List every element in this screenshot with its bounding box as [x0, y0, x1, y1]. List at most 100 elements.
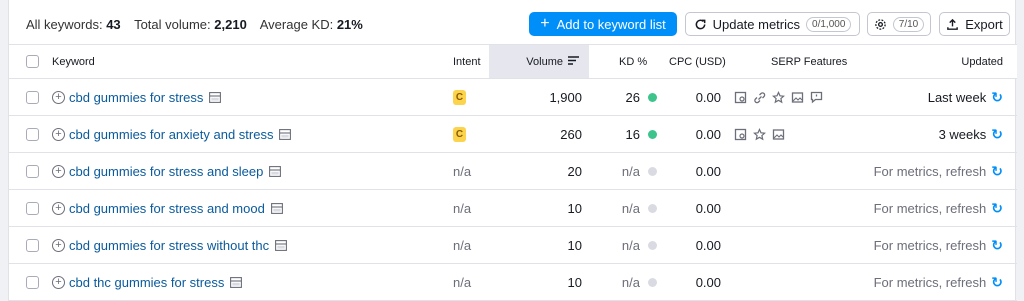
add-plus-circle-icon[interactable]: +	[52, 238, 65, 252]
cpc-value: 0.00	[695, 237, 721, 253]
select-all-checkbox[interactable]	[26, 55, 39, 68]
column-header-updated[interactable]: Updated	[959, 45, 1003, 78]
update-metrics-button[interactable]: Update metrics 0/1,000	[685, 12, 860, 36]
serp-preview-icon[interactable]	[279, 128, 292, 140]
column-header-serp-features[interactable]: SERP Features	[771, 45, 847, 78]
cpc-value: 0.00	[695, 89, 721, 105]
row-checkbox-cell	[26, 190, 39, 226]
updated-cell: For metrics, refresh ↻	[809, 227, 1003, 263]
refresh-icon[interactable]: ↻	[991, 200, 1003, 217]
updated-cell: 3 weeks ↻	[809, 116, 1003, 152]
refresh-icon	[694, 18, 707, 31]
total-volume-label: Total volume:	[134, 17, 211, 32]
column-header-cpc[interactable]: CPC (USD)	[669, 45, 726, 78]
refresh-icon[interactable]: ↻	[991, 163, 1003, 180]
row-checkbox-cell	[26, 79, 39, 115]
column-header-volume-label: Volume	[526, 55, 563, 68]
keyword-link[interactable]: cbd gummies for stress and sleep	[69, 164, 263, 179]
add-plus-circle-icon[interactable]: +	[52, 164, 65, 178]
serp-preview-icon[interactable]	[230, 276, 243, 288]
table-row: + cbd thc gummies for stress n/a 10 n/a …	[9, 264, 1017, 301]
updated-value: 3 weeks	[938, 126, 987, 142]
row-checkbox[interactable]	[26, 164, 39, 178]
table-row: + cbd gummies for anxiety and stress C 2…	[9, 116, 1017, 153]
kd-indicator-dot	[648, 203, 657, 213]
updated-value: For metrics, refresh	[873, 274, 987, 290]
intent-cell: n/a	[453, 153, 471, 189]
all-keywords-label: All keywords:	[26, 17, 103, 32]
select-all-checkbox-cell	[26, 45, 39, 78]
serp-preview-icon[interactable]	[209, 91, 222, 103]
add-plus-circle-icon[interactable]: +	[52, 90, 65, 104]
row-checkbox[interactable]	[26, 275, 39, 289]
kd-indicator-dot	[648, 166, 657, 176]
updated-cell: Last week ↻	[809, 79, 1003, 115]
total-volume-value: 2,210	[214, 17, 247, 32]
volume-value: 10	[567, 237, 582, 253]
settings-counter: 7/10	[892, 16, 925, 32]
kd-indicator-dot	[648, 129, 657, 139]
volume-value: 260	[560, 126, 582, 142]
table-row: + cbd gummies for stress and sleep n/a 2…	[9, 153, 1017, 190]
serp-preview-icon[interactable]	[270, 202, 283, 214]
keyword-table-panel: All keywords: 43 Total volume: 2,210 Ave…	[8, 0, 1017, 301]
kd-indicator-dot	[648, 277, 657, 287]
kd-indicator-dot	[648, 240, 657, 250]
refresh-icon[interactable]: ↻	[991, 126, 1003, 143]
toolbar: All keywords: 43 Total volume: 2,210 Ave…	[9, 0, 1017, 45]
intent-value: n/a	[453, 237, 472, 253]
keyword-cell: + cbd gummies for stress	[52, 79, 222, 115]
keyword-link[interactable]: cbd gummies for stress and mood	[69, 201, 265, 216]
volume-value: 20	[567, 163, 582, 179]
refresh-icon[interactable]: ↻	[991, 274, 1003, 291]
keyword-link[interactable]: cbd gummies for anxiety and stress	[69, 127, 273, 142]
add-plus-circle-icon[interactable]: +	[52, 127, 65, 141]
keyword-cell: + cbd thc gummies for stress	[52, 264, 243, 300]
column-header-keyword[interactable]: Keyword	[52, 45, 95, 78]
column-header-kd[interactable]: KD %	[619, 45, 647, 78]
cpc-value: 0.00	[695, 274, 721, 290]
row-checkbox-cell	[26, 227, 39, 263]
settings-button[interactable]: 7/10	[867, 12, 931, 36]
intent-value: n/a	[453, 163, 472, 179]
kd-cell: n/a	[599, 153, 657, 189]
refresh-icon[interactable]: ↻	[991, 89, 1003, 106]
serp-snippet-icon	[734, 91, 747, 103]
updated-cell: For metrics, refresh ↻	[809, 153, 1003, 189]
upload-icon	[946, 18, 959, 31]
serp-preview-icon[interactable]	[275, 239, 288, 251]
row-checkbox[interactable]	[26, 127, 39, 141]
row-checkbox[interactable]	[26, 201, 39, 215]
add-plus-circle-icon[interactable]: +	[52, 275, 65, 289]
export-button[interactable]: Export	[939, 12, 1010, 36]
all-keywords-value: 43	[106, 17, 121, 32]
kd-value: n/a	[621, 237, 640, 253]
keyword-link[interactable]: cbd thc gummies for stress	[69, 275, 224, 290]
average-kd-label: Average KD:	[259, 17, 334, 32]
plus-icon: +	[540, 15, 550, 32]
keyword-cell: + cbd gummies for stress without thc	[52, 227, 288, 263]
column-header-intent[interactable]: Intent	[453, 45, 481, 78]
link-icon	[754, 91, 766, 103]
keyword-link[interactable]: cbd gummies for stress without thc	[69, 238, 269, 253]
row-checkbox[interactable]	[26, 90, 39, 104]
add-plus-circle-icon[interactable]: +	[52, 201, 65, 215]
intent-value: n/a	[453, 274, 472, 290]
serp-preview-icon[interactable]	[269, 165, 282, 177]
image-icon	[791, 91, 804, 103]
row-checkbox[interactable]	[26, 238, 39, 252]
row-checkbox-cell	[26, 116, 39, 152]
table-row: + cbd gummies for stress and mood n/a 10…	[9, 190, 1017, 227]
kd-value: n/a	[621, 274, 640, 290]
table-row: + cbd gummies for stress without thc n/a…	[9, 227, 1017, 264]
kd-value: 26	[625, 89, 640, 105]
keyword-link[interactable]: cbd gummies for stress	[69, 90, 203, 105]
add-to-keyword-list-button[interactable]: + Add to keyword list	[529, 12, 677, 36]
serp-snippet-icon	[734, 128, 747, 140]
column-header-volume[interactable]: Volume	[489, 45, 589, 78]
cpc-value: 0.00	[695, 126, 721, 142]
refresh-icon[interactable]: ↻	[991, 237, 1003, 254]
row-checkbox-cell	[26, 153, 39, 189]
keyword-cell: + cbd gummies for anxiety and stress	[52, 116, 292, 152]
updated-value: Last week	[927, 89, 987, 105]
